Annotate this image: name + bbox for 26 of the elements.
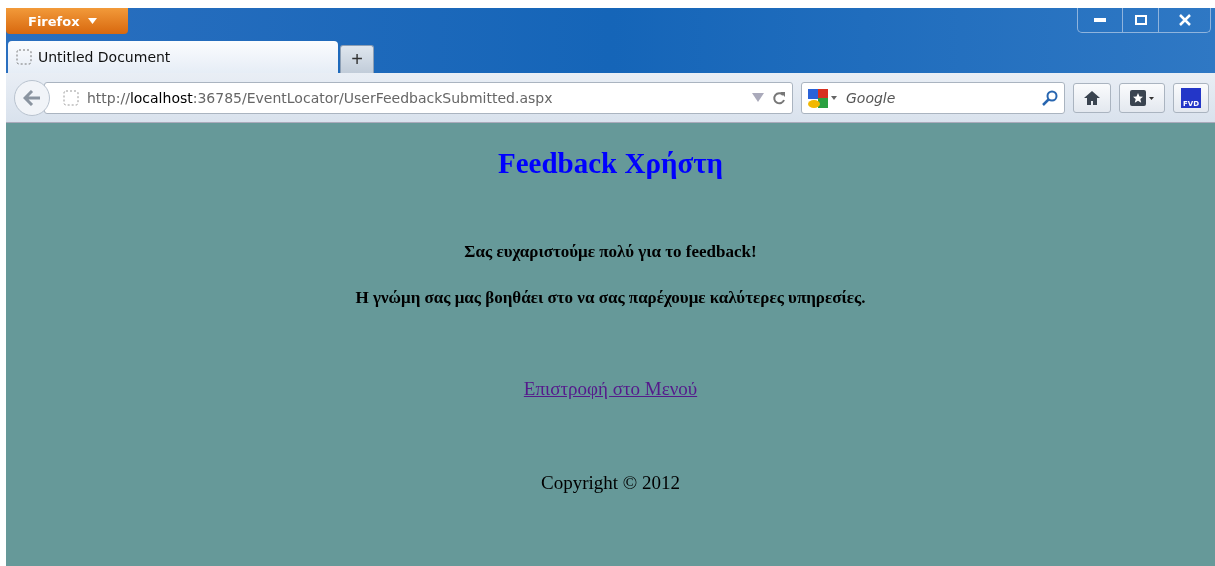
bookmarks-button[interactable] <box>1119 82 1165 113</box>
page-title: Feedback Χρήστη <box>498 147 723 180</box>
search-icon[interactable] <box>1042 89 1058 106</box>
message-text: Σας ευχαριστούμε πολύ για το feedback! <box>464 242 757 262</box>
minimize-icon <box>1094 18 1106 22</box>
new-tab-button[interactable]: + <box>340 45 374 73</box>
tab-title: Untitled Document <box>38 49 171 65</box>
bookmark-star-icon <box>1129 88 1155 107</box>
page-icon <box>16 49 32 65</box>
page-icon <box>63 89 79 106</box>
caret-icon <box>87 18 97 24</box>
url-text: http://localhost:36785/EventLocator/UserFeedbackSubmitted.aspx <box>87 89 554 106</box>
copyright-text: Copyright © 2012 <box>541 472 680 494</box>
close-icon <box>1178 14 1191 26</box>
home-button[interactable] <box>1073 82 1111 113</box>
search-input[interactable]: Google <box>844 88 1036 107</box>
reload-icon[interactable] <box>772 90 786 105</box>
maximize-icon <box>1134 15 1147 25</box>
address-bar[interactable]: http://localhost:36785/EventLocator/UserFeedbackSubmitted.aspx <box>44 81 793 114</box>
message-text: Η γνώμη σας μας βοηθάει στο να σας παρέχουμε καλύτερες υπηρεσίες. <box>355 288 866 308</box>
search-field[interactable]: Google <box>801 81 1065 114</box>
back-button[interactable] <box>14 79 50 116</box>
home-icon <box>1083 89 1101 106</box>
back-arrow-icon <box>23 89 41 106</box>
browser-tab[interactable]: Untitled Document <box>8 41 338 73</box>
search-engine-icon[interactable] <box>808 87 838 108</box>
